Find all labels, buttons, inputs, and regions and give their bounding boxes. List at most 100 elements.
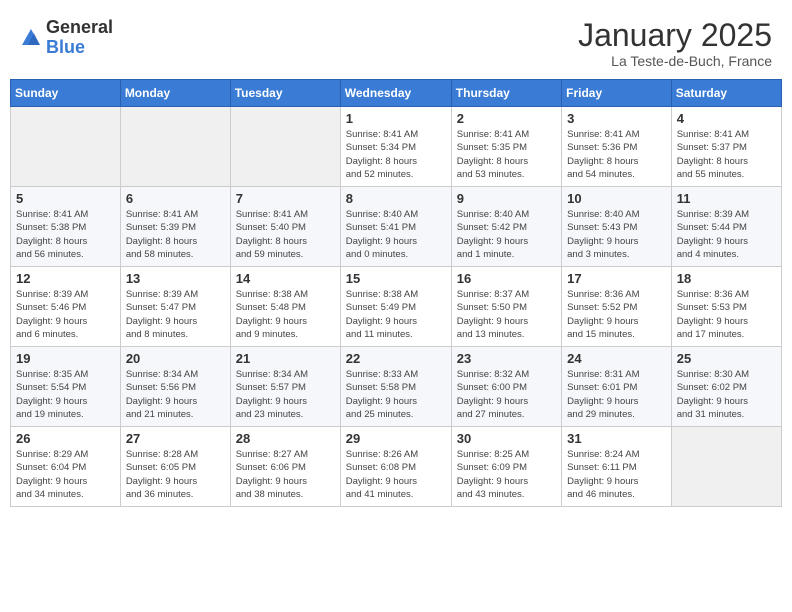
- logo: General Blue: [20, 18, 113, 58]
- day-cell: 23 Sunrise: 8:32 AM Sunset: 6:00 PM Dayli…: [451, 347, 561, 427]
- day-info: Sunrise: 8:30 AM Sunset: 6:02 PM Dayligh…: [677, 368, 776, 421]
- day-cell: 7 Sunrise: 8:41 AM Sunset: 5:40 PM Daylig…: [230, 187, 340, 267]
- day-info: Sunrise: 8:41 AM Sunset: 5:39 PM Dayligh…: [126, 208, 225, 261]
- day-number: 14: [236, 271, 335, 286]
- day-number: 28: [236, 431, 335, 446]
- day-cell: 19Sunrise: 8:35 AM Sunset: 5:54 PM Dayli…: [11, 347, 121, 427]
- week-row-2: 5 Sunrise: 8:41 AM Sunset: 5:38 PM Daylig…: [11, 187, 782, 267]
- weekday-header-row: SundayMondayTuesdayWednesdayThursdayFrid…: [11, 80, 782, 107]
- day-number: 15: [346, 271, 446, 286]
- weekday-header-sunday: Sunday: [11, 80, 121, 107]
- day-cell: 12 Sunrise: 8:39 AM Sunset: 5:46 PM Dayli…: [11, 267, 121, 347]
- title-block: January 2025 La Teste-de-Buch, France: [578, 18, 772, 69]
- day-info: Sunrise: 8:41 AM Sunset: 5:37 PM Dayligh…: [677, 128, 776, 181]
- day-number: 3: [567, 111, 666, 126]
- logo-general: General: [46, 17, 113, 37]
- day-info: Sunrise: 8:33 AM Sunset: 5:58 PM Dayligh…: [346, 368, 446, 421]
- day-info: Sunrise: 8:37 AM Sunset: 5:50 PM Dayligh…: [457, 288, 556, 341]
- day-info: Sunrise: 8:26 AM Sunset: 6:08 PM Dayligh…: [346, 448, 446, 501]
- day-number: 2: [457, 111, 556, 126]
- day-cell: 21Sunrise: 8:34 AM Sunset: 5:57 PM Dayli…: [230, 347, 340, 427]
- day-cell: 10 Sunrise: 8:40 AM Sunset: 5:43 PM Dayli…: [562, 187, 672, 267]
- week-row-5: 26 Sunrise: 8:29 AM Sunset: 6:04 PM Dayli…: [11, 427, 782, 507]
- day-number: 17: [567, 271, 666, 286]
- day-number: 26: [16, 431, 115, 446]
- week-row-4: 19Sunrise: 8:35 AM Sunset: 5:54 PM Dayli…: [11, 347, 782, 427]
- day-info: Sunrise: 8:31 AM Sunset: 6:01 PM Dayligh…: [567, 368, 666, 421]
- day-info: Sunrise: 8:41 AM Sunset: 5:40 PM Dayligh…: [236, 208, 335, 261]
- day-number: 19: [16, 351, 115, 366]
- weekday-header-monday: Monday: [120, 80, 230, 107]
- day-number: 23: [457, 351, 556, 366]
- day-cell: 6 Sunrise: 8:41 AM Sunset: 5:39 PM Daylig…: [120, 187, 230, 267]
- day-number: 11: [677, 191, 776, 206]
- day-info: Sunrise: 8:41 AM Sunset: 5:38 PM Dayligh…: [16, 208, 115, 261]
- day-cell: 26 Sunrise: 8:29 AM Sunset: 6:04 PM Dayli…: [11, 427, 121, 507]
- day-cell: 14Sunrise: 8:38 AM Sunset: 5:48 PM Dayli…: [230, 267, 340, 347]
- day-number: 21: [236, 351, 335, 366]
- day-info: Sunrise: 8:38 AM Sunset: 5:49 PM Dayligh…: [346, 288, 446, 341]
- week-row-1: 1 Sunrise: 8:41 AM Sunset: 5:34 PM Daylig…: [11, 107, 782, 187]
- day-number: 31: [567, 431, 666, 446]
- page-header: General Blue January 2025 La Teste-de-Bu…: [10, 10, 782, 75]
- day-cell: [120, 107, 230, 187]
- day-info: Sunrise: 8:39 AM Sunset: 5:44 PM Dayligh…: [677, 208, 776, 261]
- day-info: Sunrise: 8:24 AM Sunset: 6:11 PM Dayligh…: [567, 448, 666, 501]
- day-cell: [11, 107, 121, 187]
- day-info: Sunrise: 8:40 AM Sunset: 5:42 PM Dayligh…: [457, 208, 556, 261]
- day-number: 9: [457, 191, 556, 206]
- day-number: 18: [677, 271, 776, 286]
- day-cell: 2 Sunrise: 8:41 AM Sunset: 5:35 PM Daylig…: [451, 107, 561, 187]
- day-cell: 17Sunrise: 8:36 AM Sunset: 5:52 PM Dayli…: [562, 267, 672, 347]
- day-cell: 1 Sunrise: 8:41 AM Sunset: 5:34 PM Daylig…: [340, 107, 451, 187]
- day-cell: 29 Sunrise: 8:26 AM Sunset: 6:08 PM Dayli…: [340, 427, 451, 507]
- day-cell: 8 Sunrise: 8:40 AM Sunset: 5:41 PM Daylig…: [340, 187, 451, 267]
- day-number: 5: [16, 191, 115, 206]
- week-row-3: 12 Sunrise: 8:39 AM Sunset: 5:46 PM Dayli…: [11, 267, 782, 347]
- logo-text: General Blue: [46, 18, 113, 58]
- day-number: 1: [346, 111, 446, 126]
- day-cell: 28 Sunrise: 8:27 AM Sunset: 6:06 PM Dayli…: [230, 427, 340, 507]
- day-info: Sunrise: 8:32 AM Sunset: 6:00 PM Dayligh…: [457, 368, 556, 421]
- month-title: January 2025: [578, 18, 772, 53]
- day-number: 12: [16, 271, 115, 286]
- day-info: Sunrise: 8:25 AM Sunset: 6:09 PM Dayligh…: [457, 448, 556, 501]
- day-number: 24: [567, 351, 666, 366]
- day-info: Sunrise: 8:28 AM Sunset: 6:05 PM Dayligh…: [126, 448, 225, 501]
- day-number: 30: [457, 431, 556, 446]
- day-cell: 27 Sunrise: 8:28 AM Sunset: 6:05 PM Dayli…: [120, 427, 230, 507]
- day-cell: 4 Sunrise: 8:41 AM Sunset: 5:37 PM Daylig…: [671, 107, 781, 187]
- day-cell: 16 Sunrise: 8:37 AM Sunset: 5:50 PM Dayli…: [451, 267, 561, 347]
- day-cell: 25 Sunrise: 8:30 AM Sunset: 6:02 PM Dayli…: [671, 347, 781, 427]
- day-number: 10: [567, 191, 666, 206]
- day-number: 7: [236, 191, 335, 206]
- day-cell: 9 Sunrise: 8:40 AM Sunset: 5:42 PM Daylig…: [451, 187, 561, 267]
- day-cell: 31 Sunrise: 8:24 AM Sunset: 6:11 PM Dayli…: [562, 427, 672, 507]
- day-info: Sunrise: 8:41 AM Sunset: 5:34 PM Dayligh…: [346, 128, 446, 181]
- day-cell: 3Sunrise: 8:41 AM Sunset: 5:36 PM Daylig…: [562, 107, 672, 187]
- day-number: 13: [126, 271, 225, 286]
- day-cell: 20Sunrise: 8:34 AM Sunset: 5:56 PM Dayli…: [120, 347, 230, 427]
- day-cell: [671, 427, 781, 507]
- day-info: Sunrise: 8:40 AM Sunset: 5:41 PM Dayligh…: [346, 208, 446, 261]
- weekday-header-friday: Friday: [562, 80, 672, 107]
- day-info: Sunrise: 8:40 AM Sunset: 5:43 PM Dayligh…: [567, 208, 666, 261]
- day-number: 4: [677, 111, 776, 126]
- day-info: Sunrise: 8:29 AM Sunset: 6:04 PM Dayligh…: [16, 448, 115, 501]
- logo-icon: [20, 27, 42, 49]
- day-info: Sunrise: 8:27 AM Sunset: 6:06 PM Dayligh…: [236, 448, 335, 501]
- day-number: 16: [457, 271, 556, 286]
- day-cell: 22Sunrise: 8:33 AM Sunset: 5:58 PM Dayli…: [340, 347, 451, 427]
- day-info: Sunrise: 8:41 AM Sunset: 5:35 PM Dayligh…: [457, 128, 556, 181]
- day-number: 25: [677, 351, 776, 366]
- day-info: Sunrise: 8:39 AM Sunset: 5:46 PM Dayligh…: [16, 288, 115, 341]
- day-number: 27: [126, 431, 225, 446]
- day-cell: [230, 107, 340, 187]
- day-info: Sunrise: 8:39 AM Sunset: 5:47 PM Dayligh…: [126, 288, 225, 341]
- day-number: 8: [346, 191, 446, 206]
- day-number: 29: [346, 431, 446, 446]
- weekday-header-wednesday: Wednesday: [340, 80, 451, 107]
- day-number: 6: [126, 191, 225, 206]
- day-cell: 11 Sunrise: 8:39 AM Sunset: 5:44 PM Dayli…: [671, 187, 781, 267]
- day-cell: 5 Sunrise: 8:41 AM Sunset: 5:38 PM Daylig…: [11, 187, 121, 267]
